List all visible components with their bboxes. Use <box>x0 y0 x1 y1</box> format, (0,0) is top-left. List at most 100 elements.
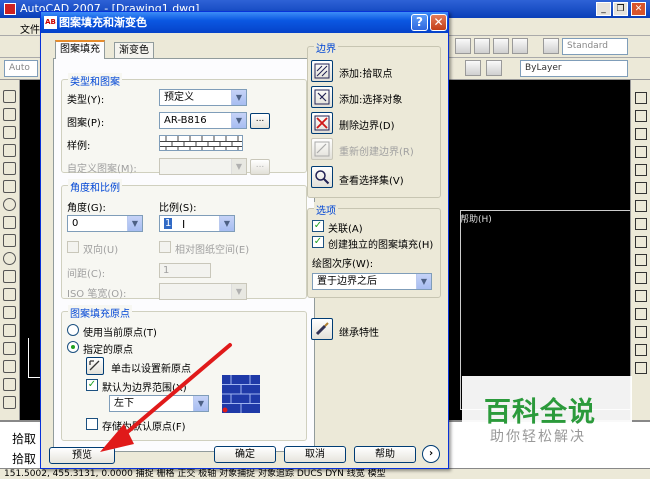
watermark: 百科全说 助你轻松解决 <box>462 376 632 452</box>
stretch-icon[interactable] <box>635 236 647 248</box>
recreate-boundary-button[interactable] <box>311 138 333 160</box>
chevron-down-icon[interactable]: ▼ <box>127 216 142 231</box>
toolbar-icon[interactable] <box>486 60 502 76</box>
hatch-icon[interactable] <box>3 342 16 355</box>
scale-icon[interactable] <box>635 218 647 230</box>
toolbar-icon[interactable] <box>474 38 490 54</box>
trim-icon[interactable] <box>635 254 647 266</box>
tab-hatch[interactable]: 图案填充 <box>55 40 105 59</box>
toolbar-icon[interactable] <box>465 60 481 76</box>
polygon-icon[interactable] <box>3 144 16 157</box>
sample-label: 样例: <box>67 141 91 152</box>
type-combo[interactable]: 预定义 ▼ <box>159 89 247 106</box>
fillet-icon[interactable] <box>635 344 647 356</box>
chevron-down-icon[interactable]: ▼ <box>219 216 234 231</box>
circle-icon[interactable] <box>3 198 16 211</box>
chamfer-icon[interactable] <box>635 326 647 338</box>
more-options-button[interactable]: › <box>422 445 440 463</box>
tab-gradient[interactable]: 渐变色 <box>114 42 154 59</box>
remove-boundaries-button[interactable] <box>311 112 333 134</box>
associative-checkbox[interactable]: ✓ <box>312 220 324 232</box>
inherit-properties-button[interactable] <box>311 318 333 340</box>
help-toolbar-icon[interactable] <box>512 38 528 54</box>
double-checkbox[interactable] <box>67 241 79 253</box>
add-pick-points-label: 添加:拾取点 <box>339 69 393 80</box>
iso-pen-combo[interactable]: ▼ <box>159 283 247 300</box>
help-question-icon[interactable]: ? <box>411 14 428 31</box>
construction-line-icon[interactable] <box>3 108 16 121</box>
make-block-icon[interactable] <box>3 306 16 319</box>
rectangle-icon[interactable] <box>3 162 16 175</box>
view-selections-button[interactable] <box>311 166 333 188</box>
angle-combo[interactable]: 0 ▼ <box>67 215 143 232</box>
chevron-down-icon[interactable]: ▼ <box>416 274 431 289</box>
recreate-boundary-label: 重新创建边界(R) <box>339 147 414 158</box>
table-icon[interactable] <box>3 396 16 409</box>
chevron-down-icon[interactable]: ▼ <box>231 159 246 174</box>
chevron-down-icon[interactable]: ▼ <box>231 284 246 299</box>
ellipse-icon[interactable] <box>3 252 16 265</box>
arc-icon[interactable] <box>3 180 16 193</box>
pattern-swatch[interactable] <box>159 135 243 151</box>
text-style-combo[interactable]: Standard <box>562 38 628 55</box>
gradient-icon[interactable] <box>3 360 16 373</box>
ellipse-arc-icon[interactable] <box>3 270 16 283</box>
chevron-down-icon[interactable]: ▼ <box>193 396 208 411</box>
relative-paperspace-checkbox[interactable] <box>159 241 171 253</box>
default-extent-checkbox[interactable]: ✓ <box>86 379 98 391</box>
minimize-icon[interactable]: _ <box>596 2 611 16</box>
copy-icon[interactable] <box>635 110 647 122</box>
cancel-button[interactable]: 取消 <box>284 446 346 463</box>
menu-file[interactable]: 文件 <box>20 21 40 36</box>
iso-pen-label: ISO 笔宽(O): <box>67 289 127 300</box>
ok-button[interactable]: 确定 <box>214 446 276 463</box>
acad-close-icon[interactable]: ✕ <box>631 2 646 16</box>
mirror-icon[interactable] <box>635 128 647 140</box>
break-icon[interactable] <box>635 290 647 302</box>
extent-combo[interactable]: 左下 ▼ <box>109 395 209 412</box>
help-button[interactable]: 帮助 <box>354 446 416 463</box>
toolbar-icon[interactable] <box>493 38 509 54</box>
layer-color-combo[interactable]: ByLayer <box>520 60 628 77</box>
text-style-icon[interactable] <box>543 38 559 54</box>
rotate-icon[interactable] <box>635 200 647 212</box>
add-select-objects-button[interactable] <box>311 86 333 108</box>
custom-browse-button[interactable]: ... <box>250 159 270 175</box>
array-icon[interactable] <box>635 164 647 176</box>
auto-combo[interactable]: Auto <box>4 60 38 77</box>
specified-origin-radio[interactable] <box>67 341 79 353</box>
use-current-origin-radio[interactable] <box>67 324 79 336</box>
explode-icon[interactable] <box>635 362 647 374</box>
offset-icon[interactable] <box>635 146 647 158</box>
separate-hatches-checkbox[interactable]: ✓ <box>312 236 324 248</box>
pattern-browse-button[interactable]: ... <box>250 113 270 129</box>
move-icon[interactable] <box>635 182 647 194</box>
chevron-right-icon: › <box>428 448 434 459</box>
spacing-field[interactable]: 1 <box>159 263 211 278</box>
chevron-down-icon[interactable]: ▼ <box>231 113 246 128</box>
point-icon[interactable] <box>3 324 16 337</box>
line-icon[interactable] <box>3 90 16 103</box>
chevron-down-icon[interactable]: ▼ <box>231 90 246 105</box>
watermark-subtitle: 助你轻松解决 <box>490 429 586 445</box>
preview-button[interactable]: 预览 <box>49 447 115 464</box>
pattern-combo[interactable]: AR-B816 ▼ <box>159 112 247 129</box>
restore-icon[interactable]: ❐ <box>613 2 628 16</box>
set-origin-button[interactable] <box>86 357 104 375</box>
store-default-origin-checkbox[interactable] <box>86 418 98 430</box>
spline-icon[interactable] <box>3 234 16 247</box>
draw-order-combo[interactable]: 置于边界之后 ▼ <box>312 273 432 290</box>
custom-pattern-combo[interactable]: ▼ <box>159 158 247 175</box>
polyline-icon[interactable] <box>3 126 16 139</box>
dialog-title-bar[interactable]: 图案填充和渐变色 <box>41 12 448 33</box>
erase-icon[interactable] <box>635 92 647 104</box>
region-icon[interactable] <box>3 378 16 391</box>
add-pick-points-button[interactable] <box>311 60 333 82</box>
scale-combo[interactable]: 1 Ⅰ ▼ <box>159 215 235 232</box>
close-icon[interactable]: ✕ <box>430 14 447 31</box>
extend-icon[interactable] <box>635 272 647 284</box>
toolbar-icon[interactable] <box>455 38 471 54</box>
insert-block-icon[interactable] <box>3 288 16 301</box>
revcloud-icon[interactable] <box>3 216 16 229</box>
join-icon[interactable] <box>635 308 647 320</box>
